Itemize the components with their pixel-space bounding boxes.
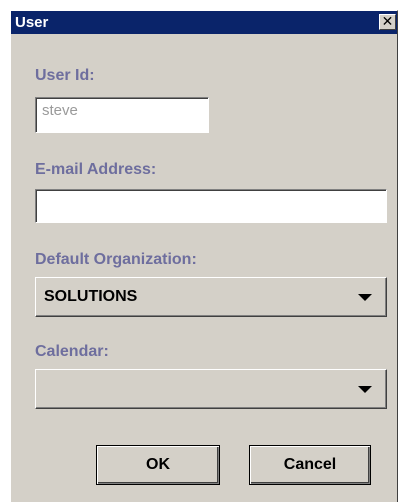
- email-field[interactable]: [35, 189, 387, 223]
- close-button[interactable]: ✕: [379, 14, 396, 30]
- calendar-label: Calendar:: [35, 343, 109, 360]
- default-organization-selected: SOLUTIONS: [44, 288, 138, 305]
- cancel-button[interactable]: Cancel: [249, 445, 371, 485]
- default-organization-dropdown[interactable]: SOLUTIONS: [35, 277, 387, 317]
- user-id-value: steve: [42, 102, 78, 119]
- default-organization-label: Default Organization:: [35, 251, 197, 268]
- close-icon: ✕: [381, 13, 394, 29]
- user-dialog: User ✕ User Id: steve E-mail Address: De…: [10, 10, 398, 502]
- email-label: E-mail Address:: [35, 161, 157, 178]
- chevron-down-icon: [358, 294, 372, 301]
- window-title: User: [15, 14, 49, 31]
- ok-button[interactable]: OK: [96, 445, 220, 485]
- calendar-dropdown[interactable]: [35, 369, 387, 409]
- user-id-label: User Id:: [35, 67, 95, 84]
- chevron-down-icon: [358, 386, 372, 393]
- user-id-field: steve: [35, 97, 209, 133]
- title-bar[interactable]: User ✕: [11, 11, 397, 34]
